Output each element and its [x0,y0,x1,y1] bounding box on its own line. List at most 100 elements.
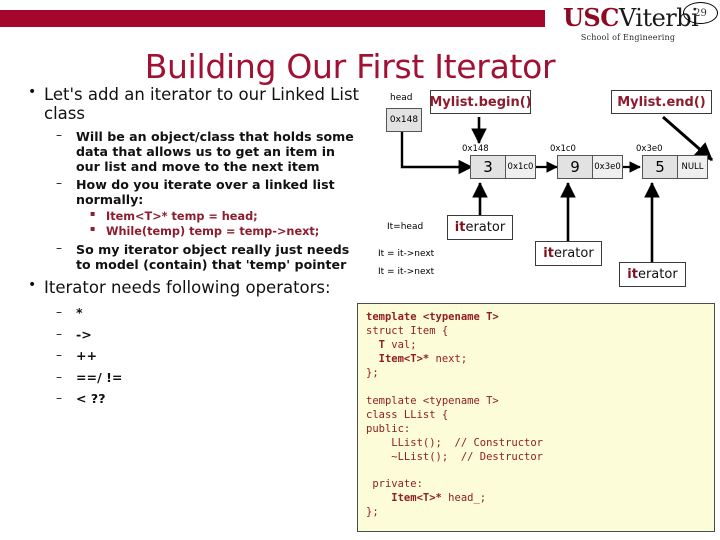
list-node-2: 9 0x3e0 [557,155,623,179]
code-text: head_; [441,492,487,505]
iterator-box-3: it erator [619,262,686,287]
bullet-level1-primary: • Let's add an iterator to our Linked Li… [10,84,362,124]
code-block: template <typename T> struct Item { T val… [357,303,715,532]
code-line: template <typename T> [366,395,714,409]
code-text: next; [429,352,468,365]
bullet-dash-icon: – [56,175,62,190]
code-keyword: template <typename T> [366,311,499,323]
iterator-box-1-rest: erator [465,220,506,235]
list-node-3-value: 5 [643,156,678,178]
bullet-square-icon: ▪ [90,209,96,219]
iterator-box-1-prefix: it [454,220,466,235]
operator-item-increment: – ++ [10,348,362,364]
code-line: class LList { [366,409,714,423]
operator-item-deref: – * [10,305,362,321]
step-label-3: It = it->next [378,267,435,277]
code-line: }; [366,367,714,381]
code-line: T val; [366,339,714,353]
slide-canvas: USCViterbi School of Engineering 29 Buil… [0,0,720,540]
operator-item-deref-text: * [76,305,83,321]
node-address-3: 0x3e0 [636,144,663,154]
usc-logo-wordmark: USCViterbi [563,3,699,32]
step-label-2: It = it->next [378,249,435,259]
bullet-level2-item1-text: Will be an object/class that holds some … [76,128,354,174]
begin-callout-box: Mylist.begin() [429,90,532,114]
node-address-1: 0x148 [462,144,489,154]
code-text: template <typename T> [366,394,499,407]
operator-item-lessthan: – < ?? [10,391,362,407]
bullet-dash-icon: – [56,305,62,320]
bullet-level3-item2: ▪ While(temp) temp = temp->next; [10,224,362,239]
bullet-dot-icon: • [28,277,37,294]
list-node-2-next: 0x3e0 [593,156,622,178]
bullet-level2-item2-text: How do you iterate over a linked list no… [76,176,335,208]
bullet-level1-primary-text: Let's add an iterator to our Linked List… [44,85,360,123]
code-line: ~LList(); // Destructor [366,451,714,465]
iterator-box-1: it erator [447,215,513,240]
code-keyword: Item<T>* [366,352,430,365]
list-node-1: 3 0x1c0 [470,155,536,179]
content-column: • Let's add an iterator to our Linked Li… [10,84,362,407]
code-line: private: [366,478,714,492]
list-node-1-value: 3 [471,156,506,178]
page-number-badge: 29 [683,2,718,24]
code-text: private: [366,478,423,491]
operator-item-increment-text: ++ [76,348,98,364]
list-node-2-value: 9 [558,156,593,178]
operator-item-equality: – ==/ != [10,369,362,385]
page-number-text: 29 [694,7,707,19]
operator-item-arrow-text: -> [76,326,92,342]
bullet-level2-item3-text: So my iterator object really just needs … [76,242,350,273]
code-text: ~LList(); // Destructor [366,450,544,463]
bullet-level2-item3: – So my iterator object really just need… [10,241,362,273]
usc-viterbi-logo: USCViterbi School of Engineering [563,3,699,48]
bullet-dash-icon: – [56,348,62,363]
bullet-dash-icon: – [56,326,62,341]
bullet-level1-secondary: • Iterator needs following operators: [10,277,362,298]
iterator-box-2-rest: erator [553,246,594,261]
code-snippet-temp-head: Item<T>* temp = head; [106,210,258,224]
node-address-2: 0x1c0 [550,144,576,154]
code-text: }; [366,366,379,379]
end-callout-text: Mylist.end() [617,94,706,110]
list-node-3-next: NULL [678,156,707,178]
code-line: }; [366,506,714,520]
header-accent-bar [0,10,545,27]
code-text: class LList { [366,408,449,421]
list-node-1-next: 0x1c0 [506,156,535,178]
head-pointer-box: 0x148 [386,108,422,132]
iterator-box-2-prefix: it [543,246,554,261]
bullet-level1-secondary-text: Iterator needs following operators: [44,278,331,298]
list-node-3: 5 NULL [642,155,708,179]
code-text: val; [384,338,417,351]
code-text: LList(); // Constructor [366,436,544,449]
head-pointer-label: head [390,93,413,103]
iterator-box-2: it erator [535,241,602,266]
iterator-box-3-rest: erator [637,267,678,282]
head-pointer-value: 0x148 [389,115,419,125]
end-callout-box: Mylist.end() [611,90,712,114]
code-text: public: [366,422,411,435]
bullet-dash-icon: – [56,391,62,406]
page-title: Building Our First Iterator [144,47,556,86]
usc-logo-usc: USC [563,3,619,32]
operator-item-lessthan-text: < ?? [76,391,106,407]
bullet-dash-icon: – [56,241,62,256]
code-text: }; [366,506,379,519]
bullet-dash-icon: – [56,127,62,142]
iterator-box-3-prefix: it [627,267,638,282]
code-snippet-while-temp: While(temp) temp = temp->next; [106,224,320,238]
step-label-1: It=head [387,222,424,232]
code-line: struct Item { [366,325,714,339]
bullet-level2-item1: – Will be an object/class that holds som… [10,127,362,174]
bullet-level2-item2: – How do you iterate over a linked list … [10,175,362,208]
begin-callout-text: Mylist.begin() [429,94,532,110]
code-line: Item<T>* next; [366,353,714,367]
bullet-dash-icon: – [56,369,62,384]
code-line: Item<T>* head_; [366,492,714,506]
code-line: LList(); // Constructor [366,437,714,451]
code-keyword: Item<T>* [366,492,442,505]
code-line: public: [366,423,714,437]
